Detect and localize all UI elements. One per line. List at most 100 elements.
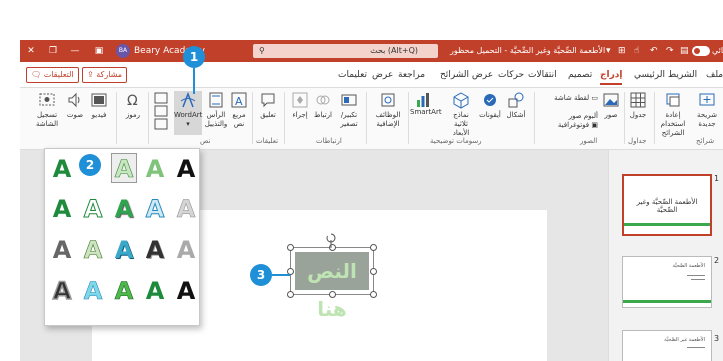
wordart-style-r4-c3[interactable]: A <box>111 276 137 306</box>
svg-text:A: A <box>235 95 243 108</box>
video-button[interactable]: فيديو <box>88 91 110 120</box>
wordart-style-r2-c2[interactable]: A <box>80 194 106 224</box>
addins-icon <box>381 93 395 107</box>
wordart-style-r1-c4[interactable]: A <box>173 154 199 184</box>
search-text: بحث (Alt+Q) <box>370 46 418 55</box>
pictures-button[interactable]: صور <box>600 91 622 120</box>
reuse-slides-button[interactable]: إعادة استخدام الشرائح <box>656 91 690 138</box>
search-input[interactable]: ⚲ بحث (Alt+Q) <box>253 44 438 58</box>
wordart-style-r3-c3[interactable]: A <box>111 235 137 265</box>
wordart-style-r3-c4[interactable]: A <box>142 235 168 265</box>
chart-icon <box>417 93 429 107</box>
new-slide-button[interactable]: شريحة جديدة <box>692 91 722 129</box>
wordart-textbox[interactable]: النص هنا <box>287 244 377 321</box>
table-icon <box>630 92 646 108</box>
ribbon-display-options-icon[interactable]: ▣ <box>92 40 106 62</box>
wordart-style-r4-c2[interactable]: A <box>80 276 106 306</box>
wordart-style-r3-c5[interactable]: A <box>173 235 199 265</box>
wordart-button[interactable]: WordArt ▾ <box>174 91 202 135</box>
wordart-style-r1-c1[interactable]: A <box>49 154 75 184</box>
screen-recording-button[interactable]: تسجيل الشاشة <box>32 91 62 129</box>
reuse-slides-icon <box>666 93 680 107</box>
minimize-window-button[interactable]: — <box>68 40 82 62</box>
resize-handle[interactable] <box>287 244 294 251</box>
autosave-toggle[interactable] <box>692 46 710 56</box>
wordart-style-r2-c5[interactable]: A <box>173 194 199 224</box>
zoom-button[interactable]: تكبير/تصغير <box>336 91 362 129</box>
resize-handle[interactable] <box>287 291 294 298</box>
wordart-style-r1-c3[interactable]: A <box>142 154 168 184</box>
omega-icon: Ω <box>127 93 138 109</box>
tab-transitions[interactable]: انتقالات <box>528 70 557 80</box>
addins-button[interactable]: الوظائف الإضافية <box>370 91 406 129</box>
tab-file[interactable]: ملف <box>706 70 723 80</box>
tab-review[interactable]: مراجعة <box>398 70 425 80</box>
illustrations-group-label: رسومات توضيحية <box>430 137 482 145</box>
touch-mode-icon[interactable]: ☝ <box>634 40 639 62</box>
wordart-style-r4-c1[interactable]: A <box>49 276 75 306</box>
wordart-style-r4-c4[interactable]: A <box>142 276 168 306</box>
save-icon[interactable]: ▤ <box>680 40 689 62</box>
comment-button[interactable]: تعليق <box>256 91 280 120</box>
smartart-label-wrap[interactable]: SmartArt <box>410 108 442 117</box>
text-small-buttons[interactable] <box>152 91 170 133</box>
3d-models-button[interactable]: نماذج ثلاثية الأبعاد <box>446 91 476 138</box>
wordart-style-selected[interactable]: A <box>111 153 137 183</box>
action-button[interactable]: إجراء <box>288 91 312 120</box>
redo-icon[interactable]: ↷ <box>666 40 674 62</box>
step-callout-1: 1 <box>183 46 205 68</box>
customize-toolbar-icon[interactable]: ▾ <box>606 40 611 62</box>
share-button[interactable]: ⇪ مشاركة <box>82 67 128 83</box>
wordart-style-r3-c2[interactable]: A <box>80 235 106 265</box>
slideshow-start-icon[interactable]: ⊞ <box>618 40 626 62</box>
screenshot-icon: ▭ <box>591 94 598 102</box>
resize-handle[interactable] <box>329 291 336 298</box>
comments-button[interactable]: 🗨 التعليقات <box>26 67 79 83</box>
icons-button[interactable]: أيقونات <box>478 91 502 120</box>
wordart-style-r3-c1[interactable]: A <box>49 235 75 265</box>
resize-handle[interactable] <box>370 291 377 298</box>
thumbnail-slide-1[interactable]: الأطعمة الصِّحيَّة وغير الصِّحيَّة <box>622 174 712 236</box>
tab-help[interactable]: تعليمات <box>338 70 367 80</box>
rotate-handle-icon[interactable] <box>323 230 339 250</box>
link-button[interactable]: ارتباط <box>312 91 334 120</box>
tab-animations[interactable]: حركات <box>498 70 524 80</box>
document-title[interactable]: الأطعمة الصِّحيَّة وغير الصِّحيَّة - الت… <box>450 40 605 62</box>
symbols-button[interactable]: Ω رموز <box>120 91 146 120</box>
ribbon-separator <box>284 92 285 144</box>
tab-home[interactable]: الشريط الرئيسي <box>634 70 697 80</box>
shapes-button[interactable]: أشكال <box>504 91 528 120</box>
step-callout-2: 2 <box>79 154 101 176</box>
callout-pointer-3 <box>272 274 290 276</box>
resize-handle[interactable] <box>370 244 377 251</box>
comments-group-label: تعليقات <box>256 137 279 145</box>
wordart-style-r4-c5[interactable]: A <box>173 276 199 306</box>
wordart-style-r2-c4[interactable]: A <box>142 194 168 224</box>
ribbon-separator <box>116 92 117 144</box>
text-group-label: نص <box>200 137 211 145</box>
photo-album-button[interactable]: ألبوم صور فوتوغرافية ▣ <box>538 112 598 130</box>
audio-button[interactable]: صوت <box>64 91 86 120</box>
thumbnail-slide-3[interactable]: الأطعمة غير الصِّحيَّة <box>622 330 712 361</box>
avatar[interactable]: BA <box>116 44 130 58</box>
tab-view[interactable]: عرض <box>372 70 393 80</box>
link-icon <box>316 95 330 105</box>
header-footer-button[interactable]: الرأس والتذييل <box>204 91 228 129</box>
thumbnail-title: الأطعمة الصِّحيَّة وغير الصِّحيَّة <box>636 198 698 214</box>
restore-window-button[interactable]: ❐ <box>46 40 60 62</box>
thumbnail-green-bar <box>624 223 710 226</box>
resize-handle[interactable] <box>370 268 377 275</box>
tab-insert[interactable]: إدراج <box>600 70 623 85</box>
undo-icon[interactable]: ↶ <box>650 40 658 62</box>
thumbnail-slide-2[interactable]: الأطعمة الصِّحيَّة <box>622 256 712 308</box>
table-button[interactable]: جدول <box>626 91 650 120</box>
screen-recording-icon <box>39 93 55 106</box>
wordart-style-r2-c3[interactable]: A <box>111 194 137 224</box>
close-window-button[interactable]: ✕ <box>24 40 38 62</box>
tab-slideshow[interactable]: عرض الشرائح <box>440 70 493 80</box>
textbox-button[interactable]: A مربع نص <box>228 91 250 129</box>
wordart-placeholder-text[interactable]: النص هنا <box>295 252 369 321</box>
wordart-style-r2-c1[interactable]: A <box>49 194 75 224</box>
screenshot-button[interactable]: لقطة شاشة ▭ <box>538 94 598 103</box>
tab-design[interactable]: تصميم <box>568 70 592 80</box>
